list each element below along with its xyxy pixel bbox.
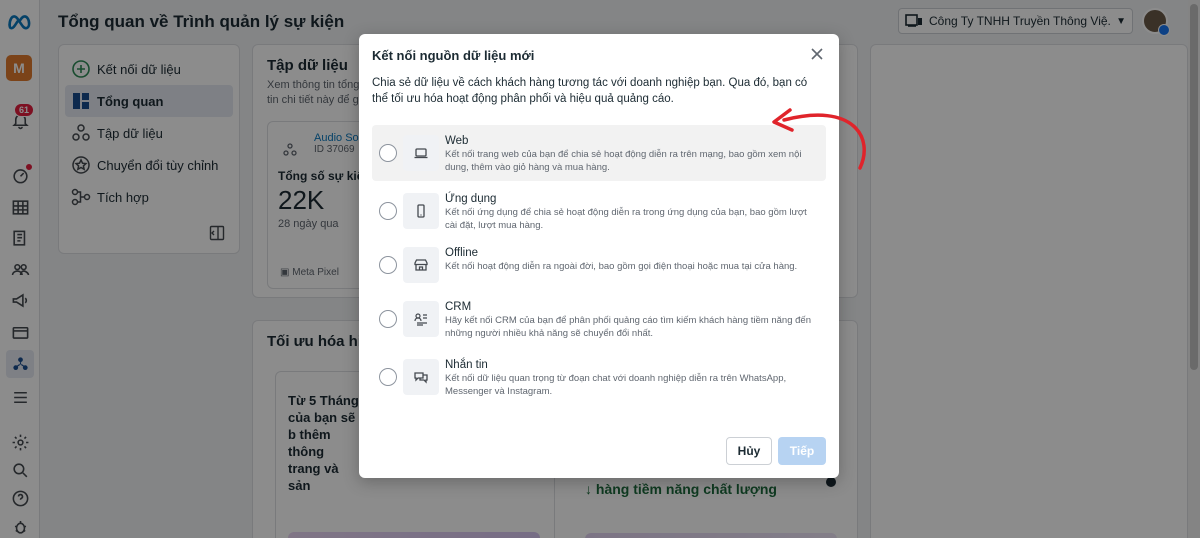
option-crm[interactable]: CRM Hãy kết nối CRM của bạn để phân phối… [372,291,826,347]
option-app[interactable]: Ứng dụng Kết nối ứng dụng để chia sẻ hoạ… [372,183,826,239]
chat-icon [403,359,439,395]
radio-offline[interactable] [379,256,397,274]
option-description: Kết nối trang web của bạn để chia sẻ hoạ… [445,149,802,173]
option-title: Nhắn tin [445,359,488,371]
close-icon[interactable] [809,46,825,62]
dialog-title: Kết nối nguồn dữ liệu mới [372,48,535,63]
option-messaging[interactable]: Nhắn tin Kết nối dữ liệu quan trọng từ đ… [372,349,826,405]
option-title: Offline [445,247,479,259]
option-description: Hãy kết nối CRM của bạn để phân phối quả… [445,315,811,339]
option-web[interactable]: Web Kết nối trang web của bạn để chia sẻ… [372,125,826,181]
option-offline[interactable]: Offline Kết nối hoạt động diễn ra ngoài … [372,237,826,293]
next-button[interactable]: Tiếp [778,437,826,465]
phone-icon [403,193,439,229]
option-description: Kết nối ứng dụng để chia sẻ hoạt động di… [445,207,807,231]
store-icon [403,247,439,283]
radio-app[interactable] [379,202,397,220]
crm-icon [403,301,439,337]
option-title: Ứng dụng [445,193,497,205]
option-title: Web [445,135,469,147]
radio-web[interactable] [379,144,397,162]
radio-crm[interactable] [379,310,397,328]
option-title: CRM [445,301,472,313]
annotation-arrow-icon [772,108,866,170]
option-description: Kết nối hoạt động diễn ra ngoài đời, bao… [445,261,798,272]
radio-messaging[interactable] [379,368,397,386]
cancel-button[interactable]: Hủy [726,437,772,465]
laptop-icon [403,135,439,171]
dialog-description: Chia sẻ dữ liệu về cách khách hàng tương… [372,77,808,105]
option-description: Kết nối dữ liệu quan trọng từ đoạn chat … [445,373,787,397]
